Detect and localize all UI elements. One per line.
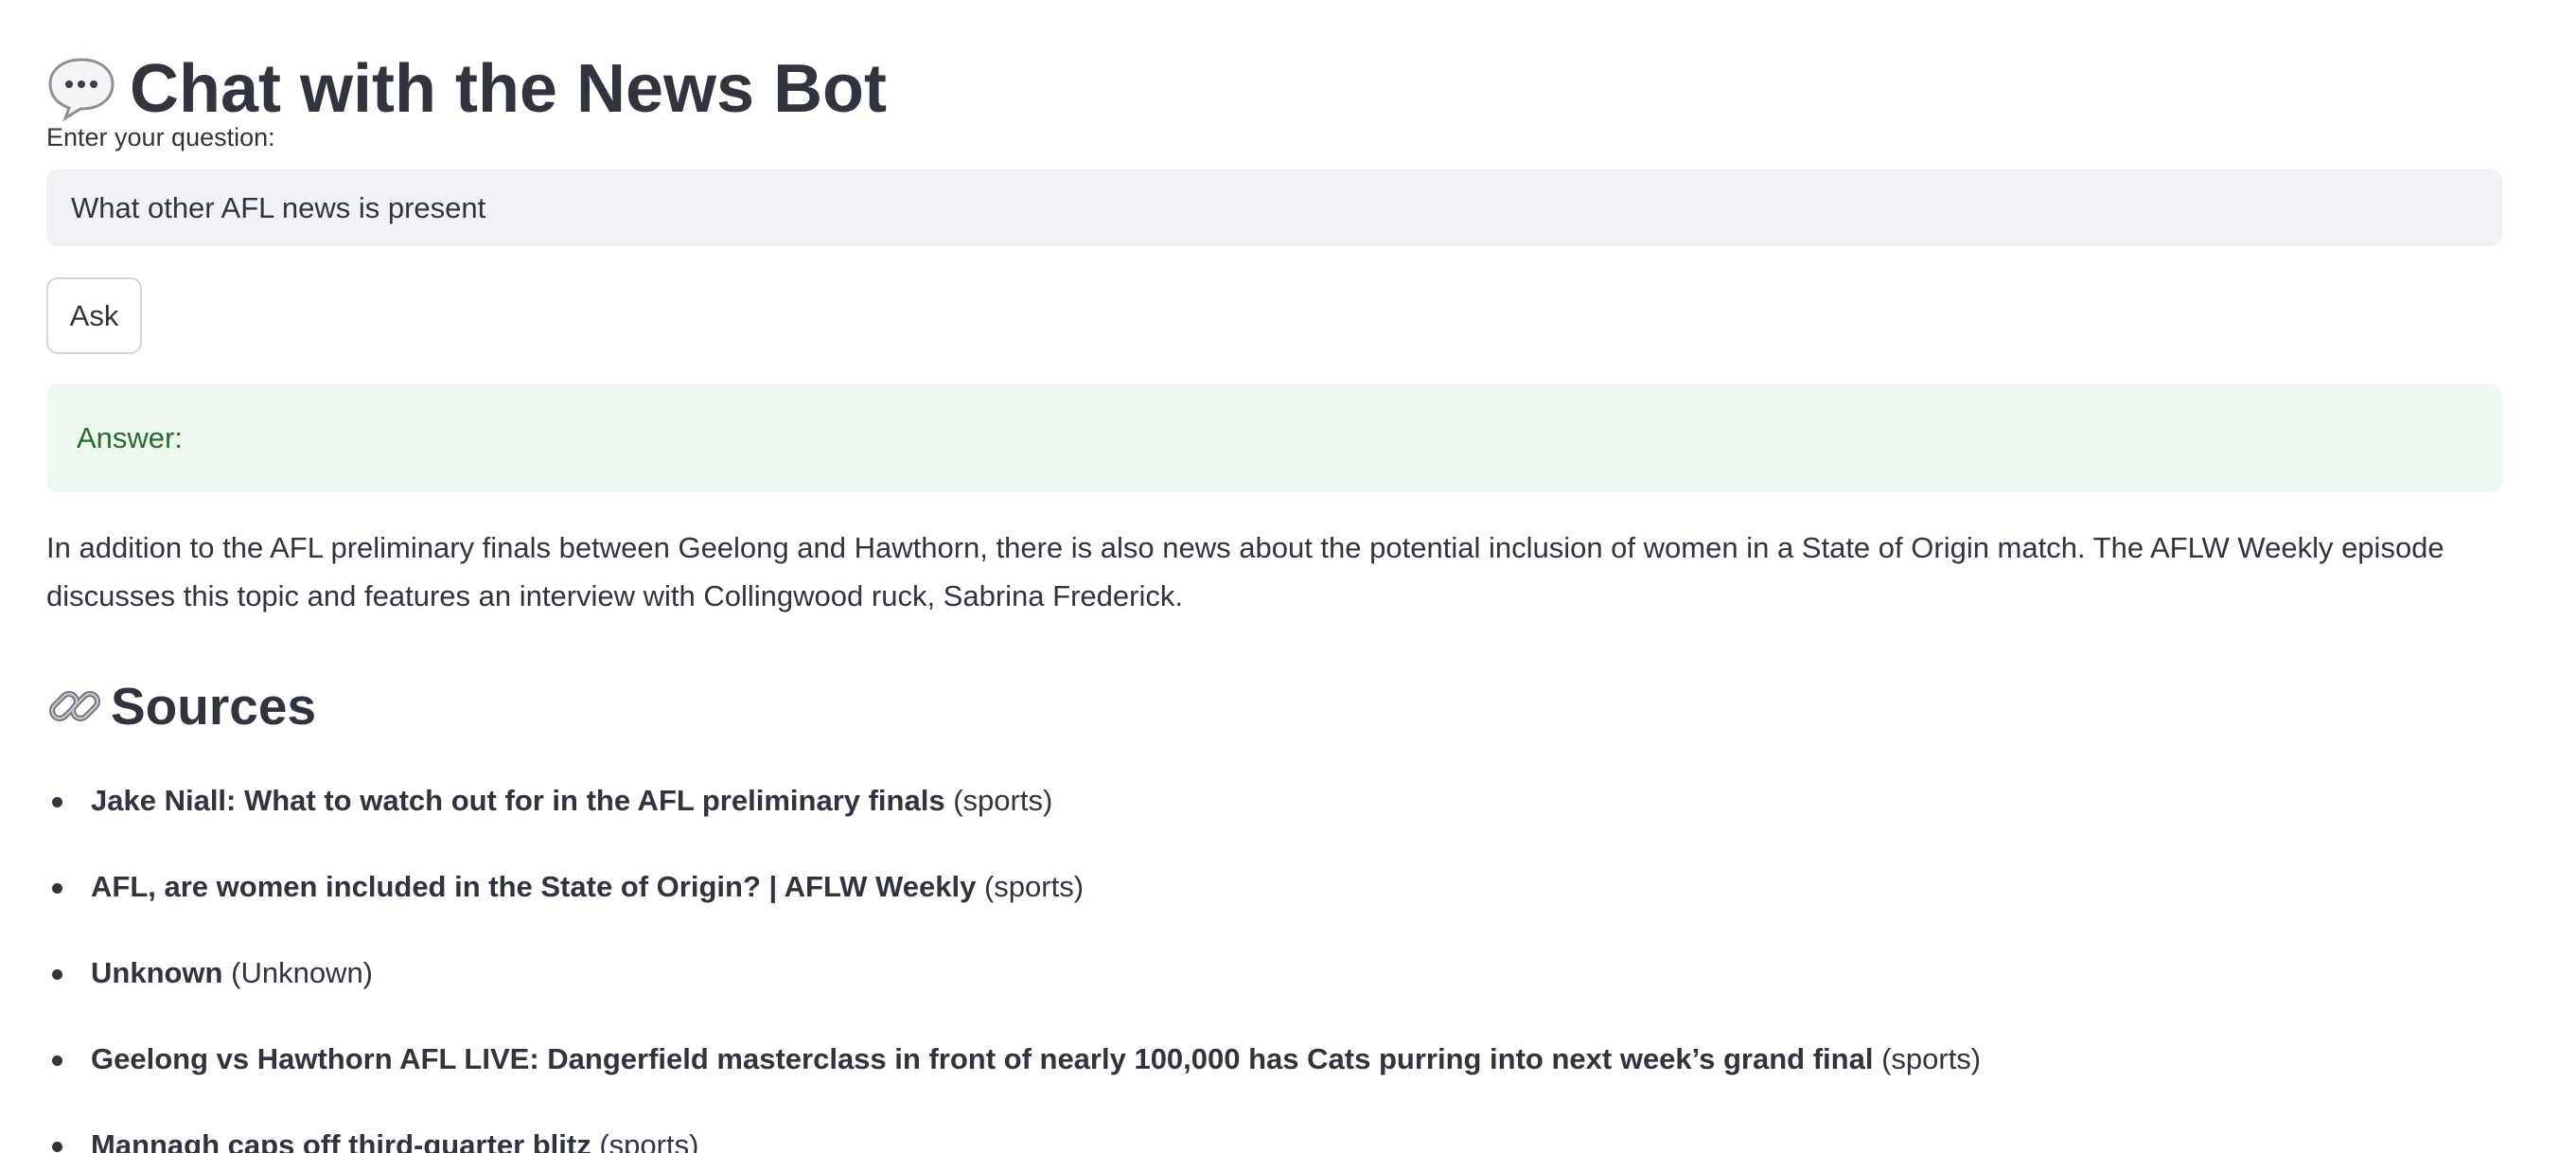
answer-alert: Answer: bbox=[46, 384, 2502, 492]
answer-label: Answer: bbox=[77, 421, 183, 454]
source-title: AFL, are women included in the State of … bbox=[91, 870, 977, 903]
ask-button[interactable]: Ask bbox=[46, 277, 142, 354]
sources-heading: Sources bbox=[46, 672, 316, 740]
link-icon bbox=[46, 678, 103, 735]
source-title: Geelong vs Hawthorn AFL LIVE: Dangerfiel… bbox=[91, 1042, 1874, 1075]
page-title: Chat with the News Bot bbox=[46, 49, 887, 129]
source-title: Unknown bbox=[91, 956, 223, 989]
sources-heading-text: Sources bbox=[111, 677, 317, 736]
source-item: Unknown (Unknown) bbox=[46, 943, 1981, 1029]
question-input[interactable] bbox=[46, 169, 2502, 246]
page-title-text: Chat with the News Bot bbox=[130, 51, 888, 128]
source-category: (sports) bbox=[599, 1128, 699, 1153]
source-item: Geelong vs Hawthorn AFL LIVE: Dangerfiel… bbox=[46, 1029, 1981, 1115]
speech-balloon-icon bbox=[46, 56, 116, 122]
source-category: (sports) bbox=[1881, 1042, 1982, 1075]
source-category: (sports) bbox=[953, 784, 1053, 817]
source-title: Mannagh caps off third-quarter blitz bbox=[91, 1128, 591, 1153]
source-category: (Unknown) bbox=[231, 956, 374, 989]
answer-text: In addition to the AFL preliminary final… bbox=[46, 531, 2444, 612]
question-label: Enter your question: bbox=[46, 123, 275, 151]
source-item: Jake Niall: What to watch out for in the… bbox=[46, 771, 1981, 857]
source-item: Mannagh caps off third-quarter blitz (sp… bbox=[46, 1115, 1981, 1153]
source-item: AFL, are women included in the State of … bbox=[46, 857, 1981, 943]
source-category: (sports) bbox=[983, 870, 1085, 903]
sources-list: Jake Niall: What to watch out for in the… bbox=[46, 771, 1981, 1153]
source-title: Jake Niall: What to watch out for in the… bbox=[91, 784, 945, 817]
